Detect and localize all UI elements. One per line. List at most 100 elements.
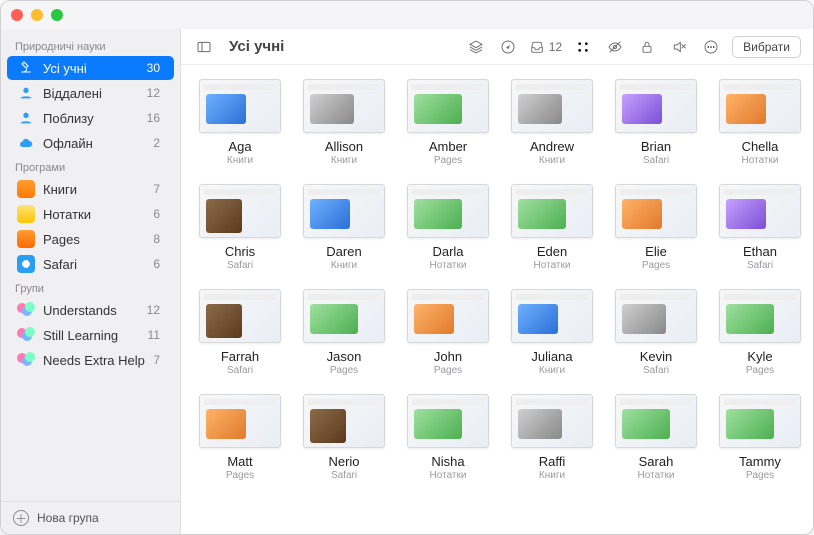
sidebar-item-усі-учні[interactable]: Усі учні30: [7, 56, 174, 80]
sidebar-item-label: Needs Extra Help: [43, 353, 153, 368]
student-card[interactable]: AllisonКниги: [303, 79, 385, 166]
student-card[interactable]: DarenКниги: [303, 184, 385, 271]
sidebar-item-understands[interactable]: Understands12: [7, 298, 174, 322]
more-button[interactable]: [700, 36, 722, 58]
student-thumbnail: [511, 289, 593, 343]
student-thumbnail: [199, 289, 281, 343]
sidebar-item-count: 12: [147, 303, 160, 317]
student-card[interactable]: BrianSafari: [615, 79, 697, 166]
lock-icon: [639, 39, 655, 55]
zoom-window-button[interactable]: [51, 9, 63, 21]
sidebar-item-safari[interactable]: Safari6: [7, 252, 174, 276]
student-card[interactable]: EliePages: [615, 184, 697, 271]
student-name: Ethan: [743, 244, 777, 259]
main-pane: Усі учні 12: [181, 29, 813, 534]
student-thumbnail: [407, 79, 489, 133]
student-card[interactable]: AndrewКниги: [511, 79, 593, 166]
student-card[interactable]: RaffiКниги: [511, 394, 593, 481]
student-thumbnail: [615, 289, 697, 343]
sidebar-item-count: 6: [153, 257, 160, 271]
student-card[interactable]: JohnPages: [407, 289, 489, 376]
student-name: Raffi: [539, 454, 566, 469]
compass-button[interactable]: [497, 36, 519, 58]
student-card[interactable]: SarahНотатки: [615, 394, 697, 481]
student-app: Safari: [643, 365, 669, 376]
student-app: Pages: [642, 260, 670, 271]
student-thumbnail: [199, 394, 281, 448]
student-card[interactable]: KylePages: [719, 289, 801, 376]
sidebar-item-поблизу[interactable]: Поблизу16: [7, 106, 174, 130]
student-card[interactable]: EthanSafari: [719, 184, 801, 271]
student-card[interactable]: FarrahSafari: [199, 289, 281, 376]
stack-button[interactable]: [465, 36, 487, 58]
notes-icon: [17, 205, 35, 223]
sidebar-item-count: 6: [153, 207, 160, 221]
student-name: Kevin: [640, 349, 673, 364]
sidebar-item-label: Віддалені: [43, 86, 147, 101]
student-name: Brian: [641, 139, 671, 154]
student-card[interactable]: NishaНотатки: [407, 394, 489, 481]
sidebar-item-офлайн[interactable]: Офлайн2: [7, 131, 174, 155]
eye-button[interactable]: [604, 36, 626, 58]
student-name: Chris: [225, 244, 255, 259]
student-card[interactable]: AgaКниги: [199, 79, 281, 166]
sidebar-item-книги[interactable]: Книги7: [7, 177, 174, 201]
student-thumbnail: [199, 184, 281, 238]
sidebar-toggle-button[interactable]: [193, 36, 215, 58]
sidebar-item-label: Safari: [43, 257, 153, 272]
student-thumbnail: [615, 184, 697, 238]
student-app: Safari: [227, 260, 253, 271]
student-app: Pages: [746, 470, 774, 481]
sidebar-item-needs-extra-help[interactable]: Needs Extra Help7: [7, 348, 174, 372]
minimize-window-button[interactable]: [31, 9, 43, 21]
student-app: Нотатки: [430, 470, 467, 481]
student-app: Книги: [539, 155, 565, 166]
student-card[interactable]: NerioSafari: [303, 394, 385, 481]
person-blue-icon: [17, 109, 35, 127]
student-card[interactable]: ChrisSafari: [199, 184, 281, 271]
lock-button[interactable]: [636, 36, 658, 58]
safari-icon: [17, 255, 35, 273]
student-name: Aga: [228, 139, 251, 154]
student-app: Нотатки: [742, 155, 779, 166]
sidebar-item-still-learning[interactable]: Still Learning11: [7, 323, 174, 347]
student-name: Chella: [742, 139, 779, 154]
sidebar-item-count: 8: [153, 232, 160, 246]
student-app: Книги: [539, 470, 565, 481]
sidebar-item-label: Нотатки: [43, 207, 153, 222]
sidebar-icon: [196, 39, 212, 55]
student-card[interactable]: AmberPages: [407, 79, 489, 166]
student-thumbnail: [303, 79, 385, 133]
student-name: Elie: [645, 244, 667, 259]
student-card[interactable]: EdenНотатки: [511, 184, 593, 271]
sidebar-item-pages[interactable]: Pages8: [7, 227, 174, 251]
inbox-count: 12: [549, 40, 562, 54]
student-card[interactable]: ChellaНотатки: [719, 79, 801, 166]
new-group-label: Нова група: [37, 511, 99, 525]
student-card[interactable]: JulianaКниги: [511, 289, 593, 376]
student-name: Andrew: [530, 139, 574, 154]
group-icon: [17, 326, 35, 344]
student-card[interactable]: DarlaНотатки: [407, 184, 489, 271]
select-button[interactable]: Вибрати: [732, 36, 801, 58]
student-card[interactable]: TammyPages: [719, 394, 801, 481]
sidebar-item-нотатки[interactable]: Нотатки6: [7, 202, 174, 226]
student-app: Книги: [331, 155, 357, 166]
inbox-button[interactable]: 12: [529, 36, 562, 58]
student-name: Allison: [325, 139, 363, 154]
student-app: Safari: [227, 365, 253, 376]
student-card[interactable]: KevinSafari: [615, 289, 697, 376]
new-group-button[interactable]: ＋ Нова група: [1, 501, 180, 534]
student-grid: AgaКнигиAllisonКнигиAmberPagesAndrewКниг…: [181, 65, 813, 534]
student-thumbnail: [303, 394, 385, 448]
student-name: Juliana: [531, 349, 572, 364]
sidebar-item-віддалені[interactable]: Віддалені12: [7, 81, 174, 105]
student-thumbnail: [719, 184, 801, 238]
grid-button[interactable]: [572, 36, 594, 58]
student-card[interactable]: JasonPages: [303, 289, 385, 376]
mute-button[interactable]: [668, 36, 690, 58]
student-card[interactable]: MattPages: [199, 394, 281, 481]
student-name: Farrah: [221, 349, 259, 364]
close-window-button[interactable]: [11, 9, 23, 21]
student-name: Kyle: [747, 349, 772, 364]
